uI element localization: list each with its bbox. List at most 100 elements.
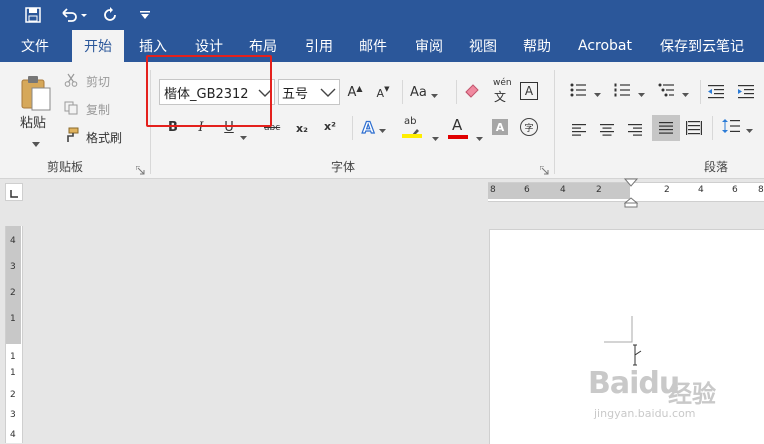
- align-center-icon[interactable]: [600, 121, 614, 140]
- text-effects-button[interactable]: A: [361, 116, 387, 138]
- ruler-label: 4: [698, 185, 704, 195]
- horizontal-ruler-margin: [488, 183, 630, 199]
- paste-label: 粘贴: [20, 116, 47, 131]
- ruler-label: 4: [560, 185, 566, 195]
- bullet-list-icon: [570, 82, 586, 101]
- tab-mailings[interactable]: 邮件: [350, 30, 396, 62]
- phonetic-top: wén: [493, 78, 512, 88]
- ruler-label: 4: [10, 236, 16, 246]
- highlight-color-button[interactable]: ab: [402, 116, 424, 140]
- indent-marker-icon[interactable]: [623, 178, 639, 212]
- watermark-cn: 经验: [668, 380, 716, 408]
- decrease-indent-icon[interactable]: [708, 84, 724, 103]
- eraser-icon: [463, 82, 481, 102]
- tab-file[interactable]: 文件: [12, 30, 58, 62]
- tab-help[interactable]: 帮助: [514, 30, 560, 62]
- ruler-label: 3: [10, 410, 16, 420]
- line-spacing-button[interactable]: [722, 118, 753, 136]
- ruler-label: 6: [524, 185, 530, 195]
- character-shading-button[interactable]: A: [492, 119, 508, 135]
- ruler-label: 6: [732, 185, 738, 195]
- align-left-icon[interactable]: [572, 121, 586, 140]
- superscript-button[interactable]: x²: [324, 118, 336, 134]
- format-painter-icon: [64, 127, 80, 147]
- copy-icon: [64, 100, 78, 119]
- clear-formatting-button[interactable]: [462, 82, 482, 102]
- chevron-down-icon: [430, 83, 438, 102]
- separator: [700, 80, 701, 104]
- clipboard-launcher-icon[interactable]: [135, 160, 145, 179]
- copy-label: 复制: [86, 102, 111, 117]
- ruler-label: 2: [664, 185, 670, 195]
- format-painter-button[interactable]: 格式刷: [64, 127, 122, 147]
- font-group-label: 字体: [330, 160, 355, 174]
- clipboard-group-label: 剪贴板: [46, 160, 83, 174]
- change-case-button[interactable]: Aa: [410, 82, 438, 102]
- cut-label: 剪切: [86, 74, 111, 89]
- tab-save-to-cloud-notes[interactable]: 保存到云笔记: [654, 30, 750, 62]
- font-color-button[interactable]: A: [448, 116, 470, 140]
- distributed-icon[interactable]: [686, 120, 702, 139]
- tab-acrobat[interactable]: Acrobat: [572, 30, 638, 62]
- font-color-icon: A: [452, 116, 463, 134]
- paste-button[interactable]: 粘贴: [14, 72, 58, 148]
- cut-button[interactable]: 剪切: [64, 72, 110, 90]
- paste-dropdown-icon[interactable]: [32, 132, 40, 151]
- chevron-down-icon: [638, 82, 645, 101]
- increase-indent-icon[interactable]: [738, 84, 754, 103]
- undo-icon[interactable]: [56, 0, 92, 30]
- redo-icon[interactable]: [98, 0, 122, 30]
- scissors-icon: [64, 72, 78, 91]
- subscript-button[interactable]: x₂: [296, 120, 308, 136]
- underline-dropdown-icon[interactable]: [240, 125, 247, 144]
- font-size-combobox[interactable]: 五号: [278, 79, 340, 105]
- justify-button[interactable]: [652, 115, 680, 141]
- char-border-button[interactable]: A: [520, 82, 538, 100]
- separator: [712, 116, 713, 140]
- numbered-list-icon: [614, 82, 630, 101]
- copy-button[interactable]: 复制: [64, 100, 110, 118]
- multilevel-list-button[interactable]: [658, 82, 689, 100]
- grow-font-icon: A: [347, 84, 357, 100]
- shrink-font-icon: A: [376, 86, 385, 100]
- highlight-dropdown-icon[interactable]: [432, 126, 439, 145]
- font-launcher-icon[interactable]: [539, 160, 549, 179]
- align-right-icon[interactable]: [628, 121, 642, 140]
- tab-selector-button[interactable]: [5, 183, 23, 201]
- shrink-font-button[interactable]: A ▼: [374, 84, 392, 102]
- numbering-button[interactable]: [614, 82, 645, 100]
- justify-icon: [659, 119, 673, 138]
- group-separator: [554, 70, 555, 174]
- tab-home[interactable]: 开始: [72, 30, 124, 62]
- save-icon[interactable]: [20, 0, 46, 30]
- paste-icon: [20, 74, 52, 116]
- ruler-label: 1: [10, 314, 16, 324]
- tab-references[interactable]: 引用: [296, 30, 342, 62]
- bullets-button[interactable]: [570, 82, 601, 100]
- customize-qat-icon[interactable]: [134, 0, 156, 30]
- ruler-label: 2: [10, 288, 16, 298]
- ruler-label: 2: [10, 390, 16, 400]
- separator: [456, 80, 457, 104]
- phonetic-guide-button[interactable]: wén 文: [490, 78, 512, 104]
- chevron-down-icon: [682, 82, 689, 101]
- grow-font-button[interactable]: A ▲: [346, 82, 364, 102]
- highlight-color-bar: [402, 134, 422, 138]
- multilevel-list-icon: [658, 82, 674, 101]
- tab-review[interactable]: 审阅: [406, 30, 452, 62]
- phonetic-bottom: 文: [494, 90, 507, 104]
- ruler-label: 4: [10, 430, 16, 440]
- ruler-label: 8: [490, 185, 496, 195]
- font-color-bar: [448, 135, 468, 139]
- chevron-down-icon: [379, 118, 387, 137]
- font-color-dropdown-icon[interactable]: [476, 126, 483, 145]
- pen-icon: [410, 122, 420, 141]
- enclose-characters-button[interactable]: 字: [520, 118, 538, 136]
- chevron-down-icon[interactable]: [320, 87, 336, 102]
- chevron-down-icon: [746, 118, 753, 137]
- tab-view[interactable]: 视图: [460, 30, 506, 62]
- ruler-label: 1: [10, 368, 16, 378]
- left-tab-icon: [10, 183, 18, 202]
- line-spacing-icon: [722, 118, 740, 137]
- ruler-label: 3: [10, 262, 16, 272]
